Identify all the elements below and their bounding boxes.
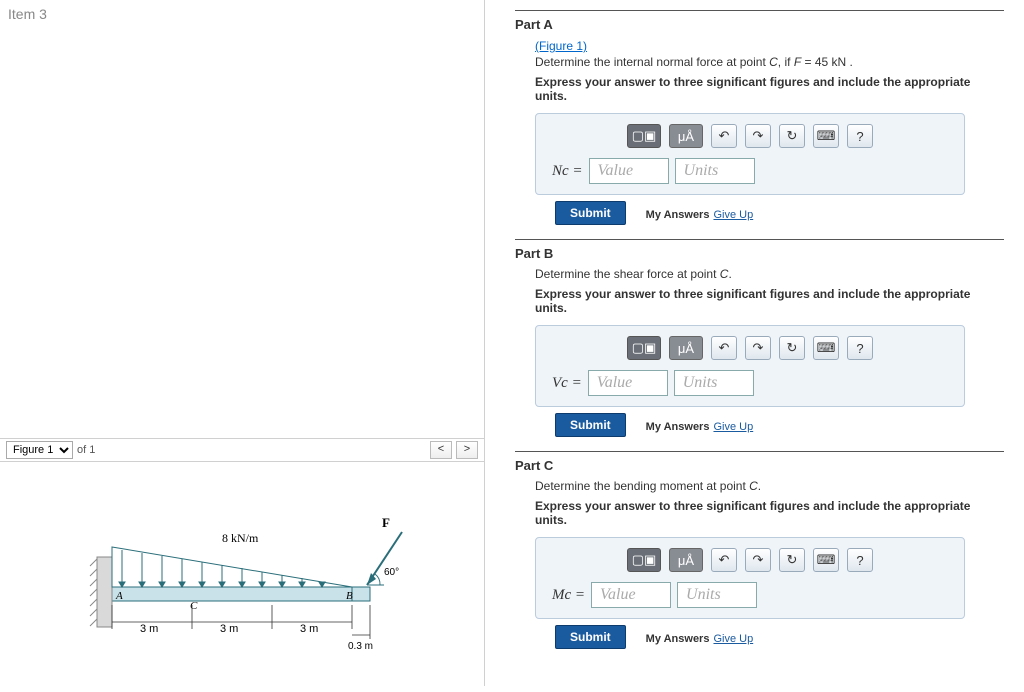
my-answers-link[interactable]: My Answers (646, 209, 710, 221)
help-icon[interactable]: ? (847, 124, 873, 148)
give-up-link[interactable]: Give Up (713, 633, 753, 645)
item-title: Item 3 (0, 0, 484, 28)
part-c-answer-box: ▢▣ μÅ ↶ ↷ ↻ ⌨ ? Mc = Value Units (535, 537, 965, 619)
redo-icon[interactable]: ↷ (745, 124, 771, 148)
part-b-submit-button[interactable]: Submit (555, 413, 626, 437)
svg-text:3 m: 3 m (300, 623, 318, 635)
right-pane: Part A (Figure 1) Determine the internal… (485, 0, 1024, 686)
part-a-instruction: Express your answer to three significant… (535, 75, 1004, 103)
give-up-link[interactable]: Give Up (713, 421, 753, 433)
part-b-answer-box: ▢▣ μÅ ↶ ↷ ↻ ⌨ ? Vc = Value Units (535, 325, 965, 407)
svg-text:A: A (115, 590, 123, 602)
part-c-instruction: Express your answer to three significant… (535, 499, 1004, 527)
svg-text:0.3 m: 0.3 m (348, 641, 373, 652)
help-icon[interactable]: ? (847, 336, 873, 360)
part-c-value-input[interactable]: Value (591, 582, 671, 608)
figure-select[interactable]: Figure 1 (6, 441, 73, 459)
part-c-submit-button[interactable]: Submit (555, 625, 626, 649)
part-a-submit-button[interactable]: Submit (555, 201, 626, 225)
part-c-prompt: Determine the bending moment at point C. (535, 479, 1004, 493)
left-pane: Item 3 Figure 1 of 1 < > (0, 0, 485, 686)
part-b: Part B Determine the shear force at poin… (515, 239, 1004, 437)
part-a-header: Part A (515, 10, 1004, 32)
my-answers-link[interactable]: My Answers (646, 421, 710, 433)
templates-icon[interactable]: ▢▣ (627, 336, 661, 360)
part-b-prompt: Determine the shear force at point C. (535, 267, 1004, 281)
figure-of-text: of 1 (77, 444, 95, 456)
figure-navigation-bar: Figure 1 of 1 < > (0, 438, 484, 462)
svg-text:B: B (346, 590, 353, 602)
symbols-button[interactable]: μÅ (669, 124, 703, 148)
reset-icon[interactable]: ↻ (779, 548, 805, 572)
svg-text:8 kN/m: 8 kN/m (222, 531, 259, 545)
figure-prev-button[interactable]: < (430, 441, 452, 459)
figure-1-link[interactable]: (Figure 1) (535, 39, 587, 53)
figure-next-button[interactable]: > (456, 441, 478, 459)
symbols-button[interactable]: μÅ (669, 548, 703, 572)
keyboard-icon[interactable]: ⌨ (813, 548, 839, 572)
part-c-units-input[interactable]: Units (677, 582, 757, 608)
keyboard-icon[interactable]: ⌨ (813, 336, 839, 360)
undo-icon[interactable]: ↶ (711, 124, 737, 148)
part-a-var: Nc = (552, 163, 583, 180)
part-b-var: Vc = (552, 375, 582, 392)
templates-icon[interactable]: ▢▣ (627, 548, 661, 572)
keyboard-icon[interactable]: ⌨ (813, 124, 839, 148)
undo-icon[interactable]: ↶ (711, 548, 737, 572)
symbols-button[interactable]: μÅ (669, 336, 703, 360)
svg-text:60°: 60° (384, 567, 399, 578)
reset-icon[interactable]: ↻ (779, 336, 805, 360)
svg-text:3 m: 3 m (140, 623, 158, 635)
part-a: Part A (Figure 1) Determine the internal… (515, 10, 1004, 225)
beam-diagram: 8 kN/m F 60° A C B (0, 462, 484, 692)
part-c-var: Mc = (552, 587, 585, 604)
svg-text:3 m: 3 m (220, 623, 238, 635)
templates-icon[interactable]: ▢▣ (627, 124, 661, 148)
part-c: Part C Determine the bending moment at p… (515, 451, 1004, 649)
answer-toolbar: ▢▣ μÅ ↶ ↷ ↻ ⌨ ? (552, 124, 948, 148)
part-b-value-input[interactable]: Value (588, 370, 668, 396)
part-a-prompt: Determine the internal normal force at p… (535, 55, 1004, 69)
svg-text:C: C (190, 600, 198, 612)
part-a-units-input[interactable]: Units (675, 158, 755, 184)
part-a-value-input[interactable]: Value (589, 158, 669, 184)
give-up-link[interactable]: Give Up (713, 209, 753, 221)
redo-icon[interactable]: ↷ (745, 548, 771, 572)
help-icon[interactable]: ? (847, 548, 873, 572)
my-answers-link[interactable]: My Answers (646, 633, 710, 645)
svg-text:F: F (382, 515, 390, 530)
undo-icon[interactable]: ↶ (711, 336, 737, 360)
part-a-answer-box: ▢▣ μÅ ↶ ↷ ↻ ⌨ ? Nc = Value Units (535, 113, 965, 195)
redo-icon[interactable]: ↷ (745, 336, 771, 360)
part-b-instruction: Express your answer to three significant… (535, 287, 1004, 315)
reset-icon[interactable]: ↻ (779, 124, 805, 148)
part-b-units-input[interactable]: Units (674, 370, 754, 396)
part-b-header: Part B (515, 239, 1004, 261)
part-c-header: Part C (515, 451, 1004, 473)
